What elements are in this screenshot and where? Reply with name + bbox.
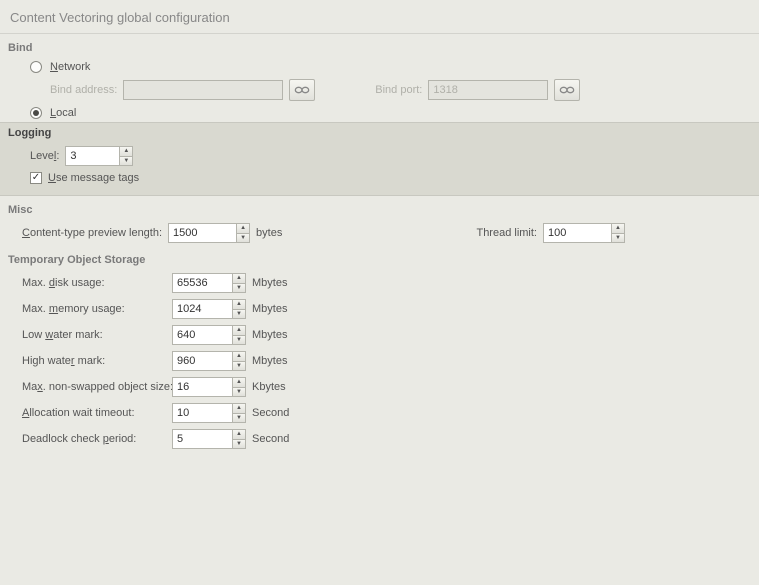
storage-row: Max. non-swapped object size:▲▼Kbytes (0, 374, 759, 400)
use-message-tags-checkbox[interactable] (30, 172, 42, 184)
use-message-tags-label: Use message tags (48, 172, 139, 184)
spin-up-icon[interactable]: ▲ (233, 430, 245, 440)
spin-down-icon[interactable]: ▼ (233, 440, 245, 449)
logging-section: Logging Level: ▲▼ Use message tags (0, 122, 759, 196)
storage-row-input[interactable] (172, 403, 232, 423)
misc-heading: Misc (0, 196, 759, 220)
storage-row-spinner[interactable]: ▲▼ (172, 351, 246, 371)
logging-level-label: Level: (30, 150, 59, 162)
bind-port-label: Bind port: (375, 84, 422, 96)
storage-row-unit: Mbytes (252, 329, 287, 341)
storage-row: Allocation wait timeout:▲▼Second (0, 400, 759, 426)
storage-row-spinner[interactable]: ▲▼ (172, 299, 246, 319)
bind-local-radio[interactable] (30, 107, 42, 119)
storage-row-input[interactable] (172, 351, 232, 371)
spin-down-icon[interactable]: ▼ (233, 336, 245, 345)
spin-down-icon[interactable]: ▼ (612, 234, 624, 243)
storage-row-spinner[interactable]: ▲▼ (172, 377, 246, 397)
logging-level-spinner[interactable]: ▲▼ (65, 146, 133, 166)
storage-row-unit: Kbytes (252, 381, 286, 393)
storage-row: Low water mark:▲▼Mbytes (0, 322, 759, 348)
storage-row-unit: Mbytes (252, 355, 287, 367)
thread-limit-input[interactable] (543, 223, 611, 243)
page-title: Content Vectoring global configuration (0, 0, 759, 34)
spin-up-icon[interactable]: ▲ (233, 404, 245, 414)
spin-up-icon[interactable]: ▲ (233, 352, 245, 362)
bind-local-label: Local (50, 107, 76, 119)
storage-row-input[interactable] (172, 273, 232, 293)
storage-row: Max. disk usage:▲▼Mbytes (0, 270, 759, 296)
spin-down-icon[interactable]: ▼ (233, 362, 245, 371)
logging-tags-row[interactable]: Use message tags (8, 169, 751, 187)
storage-row: High water mark:▲▼Mbytes (0, 348, 759, 374)
spin-down-icon[interactable]: ▼ (237, 234, 249, 243)
storage-row-label: Max. non-swapped object size: (22, 381, 172, 393)
bind-port-link-icon[interactable] (554, 79, 580, 101)
bind-address-port-row: Bind address: Bind port: (0, 76, 759, 104)
storage-row-spinner[interactable]: ▲▼ (172, 403, 246, 423)
bind-network-radio[interactable] (30, 61, 42, 73)
storage-row-input[interactable] (172, 429, 232, 449)
bind-network-row[interactable]: Network (0, 58, 759, 76)
bind-local-row[interactable]: Local (0, 104, 759, 122)
bind-address-label: Bind address: (50, 84, 117, 96)
storage-rows: Max. disk usage:▲▼MbytesMax. memory usag… (0, 270, 759, 452)
logging-level-input[interactable] (65, 146, 119, 166)
storage-row-unit: Mbytes (252, 303, 287, 315)
logging-heading: Logging (8, 127, 751, 143)
storage-row-spinner[interactable]: ▲▼ (172, 273, 246, 293)
spin-down-icon[interactable]: ▼ (233, 388, 245, 397)
storage-row-spinner[interactable]: ▲▼ (172, 429, 246, 449)
spin-down-icon[interactable]: ▼ (120, 157, 132, 166)
bind-port-input (428, 80, 548, 100)
bind-address-input (123, 80, 283, 100)
storage-heading: Temporary Object Storage (0, 246, 759, 270)
storage-row-unit: Second (252, 433, 289, 445)
spin-down-icon[interactable]: ▼ (233, 310, 245, 319)
storage-row-label: Max. disk usage: (22, 277, 172, 289)
config-page: Content Vectoring global configuration B… (0, 0, 759, 452)
spin-up-icon[interactable]: ▲ (233, 300, 245, 310)
bind-address-link-icon[interactable] (289, 79, 315, 101)
misc-row: Content-type preview length: ▲▼ bytes Th… (0, 220, 759, 246)
storage-row-unit: Mbytes (252, 277, 287, 289)
storage-row-label: Low water mark: (22, 329, 172, 341)
chain-link-icon (559, 85, 575, 95)
storage-row-spinner[interactable]: ▲▼ (172, 325, 246, 345)
preview-length-spinner[interactable]: ▲▼ (168, 223, 250, 243)
spin-up-icon[interactable]: ▲ (120, 147, 132, 157)
chain-link-icon (294, 85, 310, 95)
spin-up-icon[interactable]: ▲ (612, 224, 624, 234)
preview-length-unit: bytes (256, 227, 282, 239)
preview-length-label: Content-type preview length: (22, 227, 162, 239)
bind-heading: Bind (0, 34, 759, 58)
spin-up-icon[interactable]: ▲ (237, 224, 249, 234)
storage-row-input[interactable] (172, 325, 232, 345)
thread-limit-label: Thread limit: (476, 227, 537, 239)
spin-down-icon[interactable]: ▼ (233, 414, 245, 423)
logging-level-row: Level: ▲▼ (8, 143, 751, 169)
thread-limit-spinner[interactable]: ▲▼ (543, 223, 625, 243)
storage-row-unit: Second (252, 407, 289, 419)
spin-up-icon[interactable]: ▲ (233, 274, 245, 284)
storage-row-input[interactable] (172, 377, 232, 397)
spin-up-icon[interactable]: ▲ (233, 326, 245, 336)
spin-down-icon[interactable]: ▼ (233, 284, 245, 293)
storage-row-label: Max. memory usage: (22, 303, 172, 315)
storage-row-input[interactable] (172, 299, 232, 319)
storage-row-label: High water mark: (22, 355, 172, 367)
preview-length-input[interactable] (168, 223, 236, 243)
bind-network-label: Network (50, 61, 90, 73)
storage-row-label: Allocation wait timeout: (22, 407, 172, 419)
storage-row: Deadlock check period:▲▼Second (0, 426, 759, 452)
storage-row-label: Deadlock check period: (22, 433, 172, 445)
spin-up-icon[interactable]: ▲ (233, 378, 245, 388)
storage-row: Max. memory usage:▲▼Mbytes (0, 296, 759, 322)
